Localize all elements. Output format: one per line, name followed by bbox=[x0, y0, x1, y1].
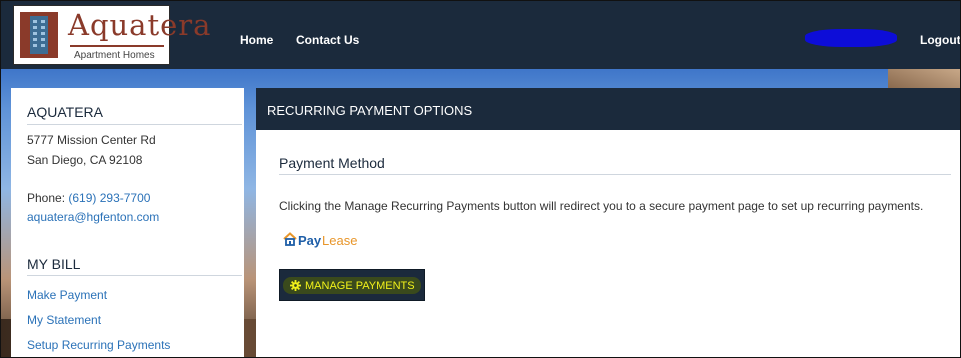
sidebar-item-recurring-payments[interactable]: Setup Recurring Payments bbox=[27, 338, 170, 352]
sidebar-divider bbox=[27, 275, 242, 276]
house-icon bbox=[283, 232, 297, 246]
phone-row: Phone: (619) 293-7700 bbox=[27, 191, 150, 205]
section-divider bbox=[279, 174, 951, 175]
nav-home-link[interactable]: Home bbox=[240, 33, 273, 47]
redacted-username bbox=[805, 29, 897, 47]
app-window: Aquatera Apartment Homes Home Contact Us… bbox=[0, 0, 961, 358]
brand-name: Aquatera bbox=[68, 8, 212, 42]
phone-link[interactable]: (619) 293-7700 bbox=[68, 191, 150, 205]
panel-header: RECURRING PAYMENT OPTIONS bbox=[256, 88, 960, 130]
gear-icon bbox=[290, 280, 301, 291]
manage-payments-button[interactable]: MANAGE PAYMENTS bbox=[279, 269, 425, 301]
paylease-pay-text: Pay bbox=[298, 233, 322, 248]
top-navigation-bar: Aquatera Apartment Homes Home Contact Us… bbox=[1, 1, 960, 69]
brand-subtitle: Apartment Homes bbox=[74, 50, 155, 61]
address-line-2: San Diego, CA 92108 bbox=[27, 153, 143, 167]
payment-method-heading: Payment Method bbox=[279, 155, 385, 171]
address-line-1: 5777 Mission Center Rd bbox=[27, 133, 156, 147]
email-link[interactable]: aquatera@hgfenton.com bbox=[27, 210, 159, 224]
info-text: Clicking the Manage Recurring Payments b… bbox=[279, 199, 924, 213]
page-title: RECURRING PAYMENT OPTIONS bbox=[267, 103, 473, 118]
sidebar-divider bbox=[27, 124, 242, 125]
sidebar-item-make-payment[interactable]: Make Payment bbox=[27, 288, 107, 302]
phone-label: Phone: bbox=[27, 191, 66, 205]
recurring-payment-panel: RECURRING PAYMENT OPTIONS Payment Method… bbox=[256, 88, 960, 357]
my-bill-heading: MY BILL bbox=[27, 256, 81, 272]
brand-divider bbox=[70, 45, 164, 47]
manage-payments-label: MANAGE PAYMENTS bbox=[305, 280, 415, 292]
sidebar: AQUATERA 5777 Mission Center Rd San Dieg… bbox=[11, 88, 244, 357]
nav-contact-link[interactable]: Contact Us bbox=[296, 33, 359, 47]
brand-logo[interactable]: Aquatera Apartment Homes bbox=[13, 5, 210, 65]
property-heading: AQUATERA bbox=[27, 104, 103, 120]
building-icon bbox=[20, 12, 58, 58]
sidebar-item-my-statement[interactable]: My Statement bbox=[27, 313, 101, 327]
logout-link[interactable]: Logout bbox=[920, 33, 960, 47]
paylease-lease-text: Lease bbox=[322, 233, 358, 248]
